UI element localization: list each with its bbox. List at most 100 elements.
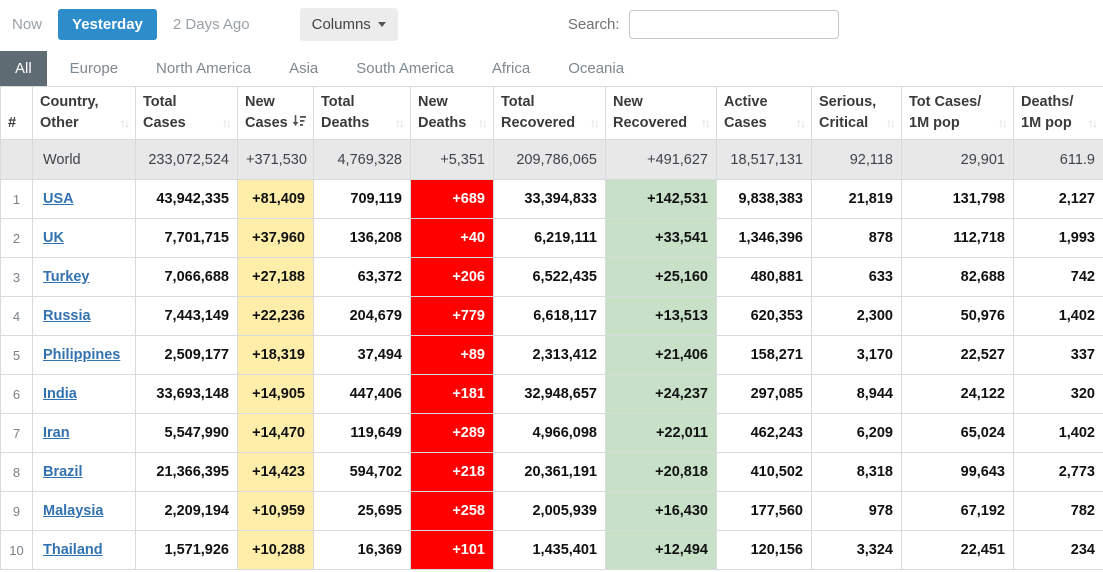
row-rank: 9: [0, 491, 33, 532]
country-link[interactable]: Malaysia: [43, 503, 103, 519]
table-row: 9 Malaysia 2,209,194 +10,959 25,695 +258…: [0, 491, 1103, 532]
column-header-cases_per_1m[interactable]: Tot Cases/1M pop ↑↓: [901, 85, 1014, 141]
total-deaths-cell: 136,208: [313, 218, 411, 259]
serious-critical-cell: 878: [811, 218, 902, 259]
table-row: 8 Brazil 21,366,395 +14,423 594,702 +218…: [0, 452, 1103, 493]
country-link[interactable]: Iran: [43, 425, 70, 441]
new-cases-cell: +22,236: [237, 296, 314, 337]
country-link[interactable]: Russia: [43, 308, 91, 324]
column-header-new_cases[interactable]: New Cases: [237, 85, 314, 141]
yesterday-button[interactable]: Yesterday: [58, 9, 157, 40]
column-header-new_recovered[interactable]: New Recovered ↑↓: [605, 85, 717, 141]
total-deaths-cell: 447,406: [313, 374, 411, 415]
total-cases-cell: 7,066,688: [135, 257, 238, 298]
active-cases-cell: 480,881: [716, 257, 812, 298]
column-header-label: Deaths/1M pop: [1021, 94, 1074, 132]
tab-north-america[interactable]: North America: [141, 51, 266, 86]
serious-critical-cell: 6,209: [811, 413, 902, 454]
tab-all[interactable]: All: [0, 51, 47, 86]
active-cases-cell: 177,560: [716, 491, 812, 532]
tab-oceania[interactable]: Oceania: [553, 51, 639, 86]
new-recovered-cell: +12,494: [605, 530, 717, 571]
toolbar: Now Yesterday 2 Days Ago Columns Search:: [0, 0, 1103, 48]
tab-europe[interactable]: Europe: [55, 51, 133, 86]
serious-critical-cell: 21,819: [811, 179, 902, 220]
new-deaths-cell: +89: [410, 335, 494, 376]
total-recovered-cell: 6,219,111: [493, 218, 606, 259]
column-header-deaths_per_1m[interactable]: Deaths/1M pop ↑↓: [1013, 85, 1103, 141]
new-recovered-cell: +22,011: [605, 413, 717, 454]
tab-south-america[interactable]: South America: [341, 51, 469, 86]
column-header-total_recovered[interactable]: Total Recovered ↑↓: [493, 85, 606, 141]
sort-both-icon: ↑↓: [590, 115, 600, 130]
row-rank: [0, 139, 33, 181]
now-button[interactable]: Now: [12, 16, 42, 33]
world-row: World 233,072,524 +371,530 4,769,328 +5,…: [0, 139, 1103, 181]
columns-dropdown-button[interactable]: Columns: [299, 8, 398, 41]
column-header-country[interactable]: Country, Other ↑↓: [32, 85, 136, 141]
cases-per-1m-cell: 65,024: [901, 413, 1014, 454]
country-link[interactable]: USA: [43, 191, 74, 207]
column-header-label: Total Cases: [143, 94, 186, 132]
continent-tabs: All Europe North America Asia South America A…: [0, 51, 1103, 86]
deaths-per-1m-cell: 1,402: [1013, 413, 1103, 454]
column-header-new_deaths[interactable]: New Deaths ↑↓: [410, 85, 494, 141]
column-header-serious_critical[interactable]: Serious, Critical ↑↓: [811, 85, 902, 141]
sort-both-icon: ↑↓: [886, 115, 896, 130]
table-body: World 233,072,524 +371,530 4,769,328 +5,…: [0, 139, 1103, 571]
total-recovered-cell: 6,522,435: [493, 257, 606, 298]
country-cell: Russia: [32, 296, 136, 337]
country-link[interactable]: Thailand: [43, 542, 103, 558]
search-input[interactable]: [628, 10, 839, 39]
column-header-total_deaths[interactable]: Total Deaths ↑↓: [313, 85, 411, 141]
deaths-per-1m-cell: 337: [1013, 335, 1103, 376]
tab-asia[interactable]: Asia: [274, 51, 333, 86]
new-recovered-cell: +21,406: [605, 335, 717, 376]
header-row: # Country, Other ↑↓ Total Cases ↑↓ New Cases Tota…: [0, 85, 1103, 141]
sort-descending-icon: [292, 114, 306, 134]
column-header-label: New Recovered: [613, 94, 688, 132]
sort-both-icon: ↑↓: [796, 115, 806, 130]
row-rank: 7: [0, 413, 33, 454]
column-header-total_cases[interactable]: Total Cases ↑↓: [135, 85, 238, 141]
cases-per-1m-cell: 112,718: [901, 218, 1014, 259]
country-link[interactable]: Philippines: [43, 347, 120, 363]
country-cell: Turkey: [32, 257, 136, 298]
country-cell: Thailand: [32, 530, 136, 571]
deaths-per-1m-cell: 1,402: [1013, 296, 1103, 337]
cases-per-1m-cell: 131,798: [901, 179, 1014, 220]
new-deaths-cell: +258: [410, 491, 494, 532]
row-rank: 1: [0, 179, 33, 220]
column-header-label: New Cases: [245, 94, 288, 132]
total-recovered-cell: 4,966,098: [493, 413, 606, 454]
two-days-ago-button[interactable]: 2 Days Ago: [173, 16, 250, 33]
new-deaths-cell: +5,351: [410, 139, 494, 181]
country-link[interactable]: Brazil: [43, 464, 83, 480]
country-link[interactable]: India: [43, 386, 77, 402]
table-row: 2 UK 7,701,715 +37,960 136,208 +40 6,219…: [0, 218, 1103, 259]
cases-per-1m-cell: 99,643: [901, 452, 1014, 493]
cases-per-1m-cell: 22,527: [901, 335, 1014, 376]
table-row: 5 Philippines 2,509,177 +18,319 37,494 +…: [0, 335, 1103, 376]
row-rank: 4: [0, 296, 33, 337]
cases-per-1m-cell: 24,122: [901, 374, 1014, 415]
table-row: 6 India 33,693,148 +14,905 447,406 +181 …: [0, 374, 1103, 415]
country-link[interactable]: Turkey: [43, 269, 89, 285]
country-link[interactable]: UK: [43, 230, 64, 246]
new-recovered-cell: +16,430: [605, 491, 717, 532]
serious-critical-cell: 3,324: [811, 530, 902, 571]
total-cases-cell: 233,072,524: [135, 139, 238, 181]
sort-both-icon: ↑↓: [1088, 115, 1098, 130]
new-recovered-cell: +25,160: [605, 257, 717, 298]
total-recovered-cell: 6,618,117: [493, 296, 606, 337]
deaths-per-1m-cell: 320: [1013, 374, 1103, 415]
total-cases-cell: 5,547,990: [135, 413, 238, 454]
column-header-active_cases[interactable]: Active Cases ↑↓: [716, 85, 812, 141]
total-cases-cell: 33,693,148: [135, 374, 238, 415]
new-deaths-cell: +289: [410, 413, 494, 454]
column-header-label: Total Deaths: [321, 94, 370, 132]
tab-africa[interactable]: Africa: [477, 51, 545, 86]
total-cases-cell: 43,942,335: [135, 179, 238, 220]
active-cases-cell: 18,517,131: [716, 139, 812, 181]
column-header-rank: #: [0, 85, 33, 141]
